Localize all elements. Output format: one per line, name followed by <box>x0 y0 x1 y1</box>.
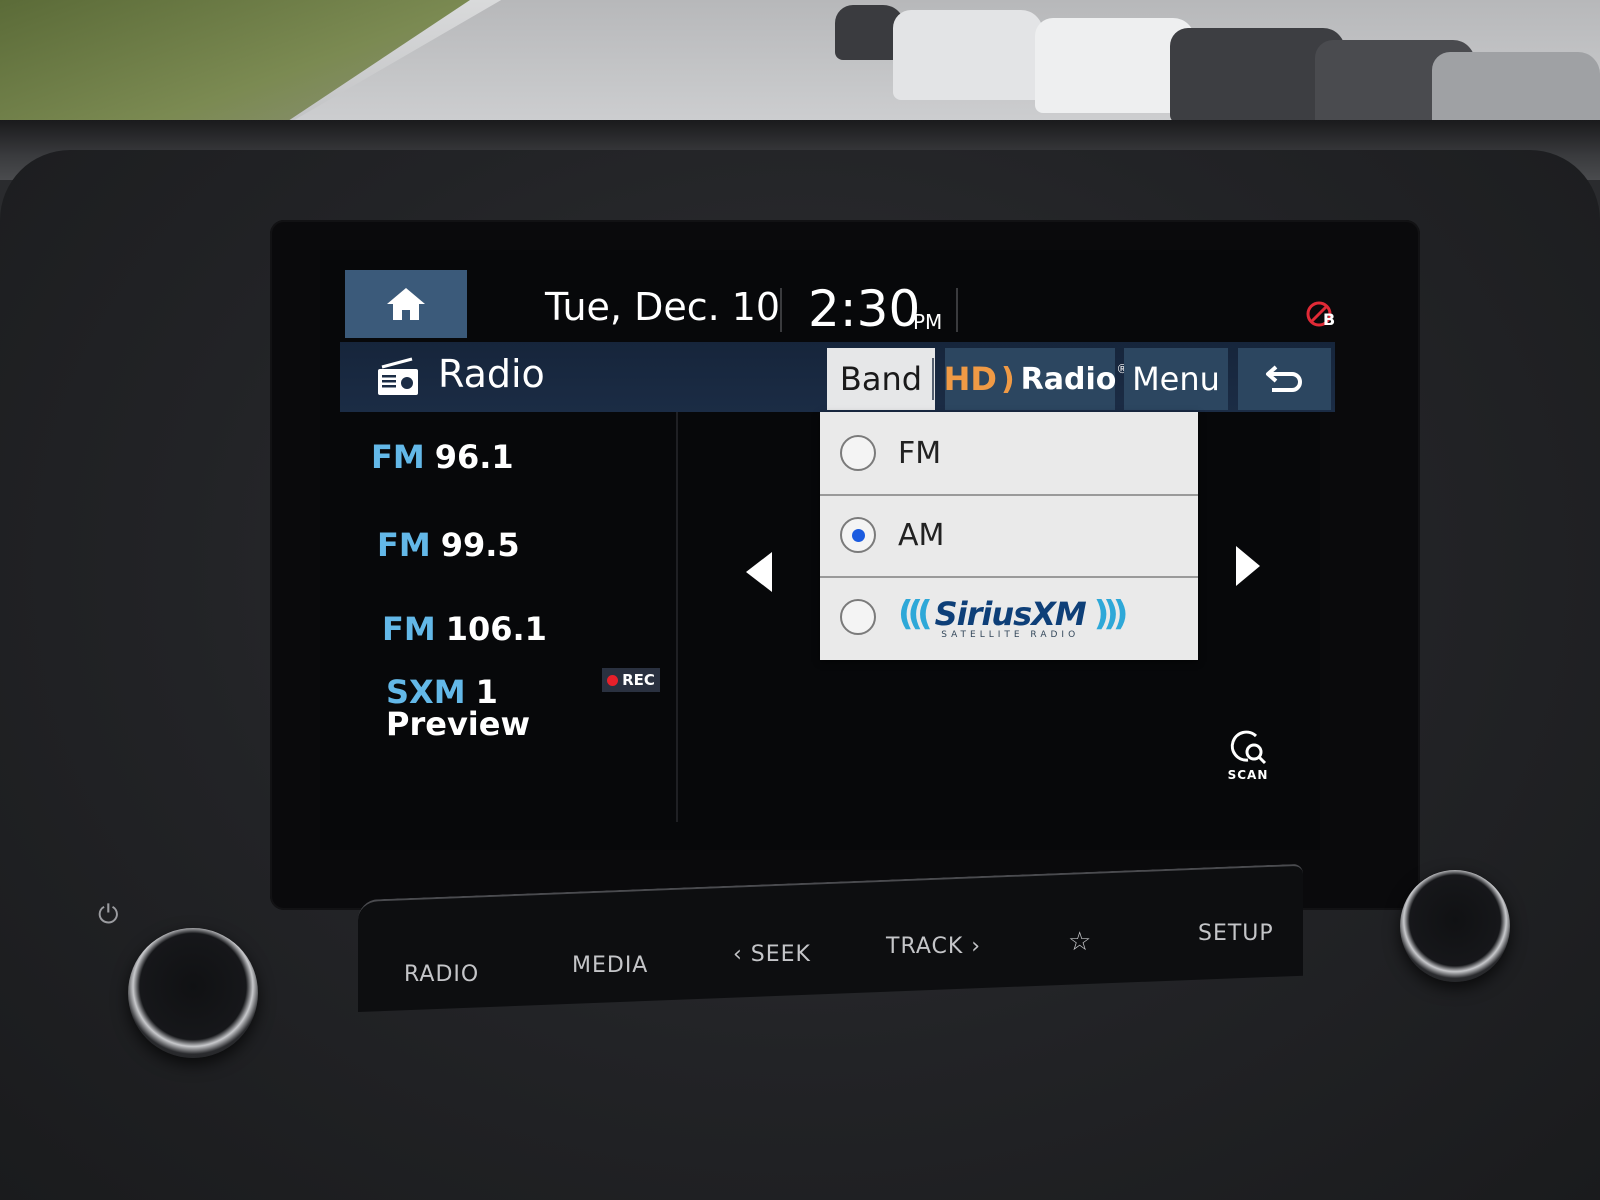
band-option-label: AM <box>898 517 945 553</box>
record-dot-icon <box>607 674 619 686</box>
previous-arrow-icon[interactable] <box>746 552 772 592</box>
preset-divider <box>676 412 678 822</box>
radio-button-unselected[interactable] <box>840 599 876 635</box>
preset-band: FM <box>371 438 425 476</box>
ampm-display: PM <box>913 310 943 334</box>
preset-frequency: 99.5 <box>440 526 520 564</box>
bluetooth-disconnected-icon: B <box>1304 298 1344 334</box>
hd-signal-indicator <box>931 358 934 400</box>
rec-badge: REC <box>602 668 660 692</box>
hw-track-button[interactable]: TRACK › <box>886 934 981 959</box>
windshield-view <box>0 0 1600 140</box>
home-button[interactable] <box>345 270 467 338</box>
bluetooth-letter: B <box>1323 310 1336 329</box>
hw-setup-button[interactable]: SETUP <box>1198 921 1274 946</box>
status-separator <box>956 288 958 332</box>
hw-seek-button[interactable]: ‹ SEEK <box>733 942 811 967</box>
radio-button-selected[interactable] <box>840 517 876 553</box>
tune-knob[interactable] <box>1400 870 1510 982</box>
band-dropdown: FM AM ((( SiriusXM ))) SATELLITE RADIO <box>820 412 1198 660</box>
band-option-siriusxm[interactable]: ((( SiriusXM ))) SATELLITE RADIO <box>820 576 1198 658</box>
parked-car <box>893 10 1043 100</box>
preset-frequency: 106.1 <box>445 610 547 648</box>
preset-item[interactable]: FM 96.1 <box>371 438 514 476</box>
rec-label: REC <box>622 671 655 689</box>
preset-item[interactable]: SXM 1 Preview <box>386 676 530 740</box>
scan-icon <box>1230 730 1267 765</box>
siriusxm-tagline: SATELLITE RADIO <box>941 630 1080 640</box>
radio-icon <box>376 357 420 397</box>
volume-knob[interactable] <box>128 928 258 1058</box>
band-option-fm[interactable]: FM <box>820 412 1198 496</box>
back-button[interactable] <box>1238 348 1331 410</box>
home-icon <box>387 288 425 320</box>
hd-radio-button[interactable]: HD ) Radio ® <box>931 348 1128 410</box>
back-arrow-icon <box>1265 365 1302 392</box>
band-option-am[interactable]: AM <box>820 494 1198 578</box>
time-display: 2:30 <box>808 280 921 338</box>
hd-radio-label: Radio <box>1020 361 1117 397</box>
scan-label: SCAN <box>1227 768 1269 782</box>
power-icon: ⏻ <box>98 900 119 930</box>
signal-waves-left-icon: ((( <box>898 594 933 634</box>
band-button-label: Band <box>839 360 923 398</box>
preset-band: FM <box>382 610 436 648</box>
siriusxm-wordmark: SiriusXM <box>934 595 1087 633</box>
preset-item[interactable]: FM 106.1 <box>382 610 547 648</box>
next-arrow-icon[interactable] <box>1236 546 1260 586</box>
status-separator <box>780 288 782 332</box>
preset-subtitle: Preview <box>386 705 531 743</box>
band-option-label: FM <box>898 435 942 471</box>
hd-logo-icon: HD <box>943 360 997 398</box>
scan-button[interactable]: SCAN <box>1220 728 1276 784</box>
date-display: Tue, Dec. 10 <box>545 285 781 329</box>
menu-button[interactable]: Menu <box>1124 348 1228 410</box>
hw-favorite-star-icon[interactable]: ☆ <box>1068 927 1092 957</box>
signal-waves-right-icon: ))) <box>1093 594 1129 634</box>
radio-button-unselected[interactable] <box>840 435 876 471</box>
hw-radio-button[interactable]: RADIO <box>404 962 479 987</box>
siriusxm-logo: ((( SiriusXM ))) SATELLITE RADIO <box>898 594 1129 640</box>
menu-button-label: Menu <box>1132 360 1220 398</box>
hd-wave-icon: ) <box>1000 361 1015 397</box>
preset-frequency: 96.1 <box>434 438 514 476</box>
preset-band: FM <box>377 526 431 564</box>
band-button[interactable]: Band <box>827 348 935 410</box>
hw-media-button[interactable]: MEDIA <box>572 953 648 978</box>
radio-selected-dot <box>851 528 865 542</box>
page-title: Radio <box>438 352 545 396</box>
preset-item[interactable]: FM 99.5 <box>377 526 520 564</box>
